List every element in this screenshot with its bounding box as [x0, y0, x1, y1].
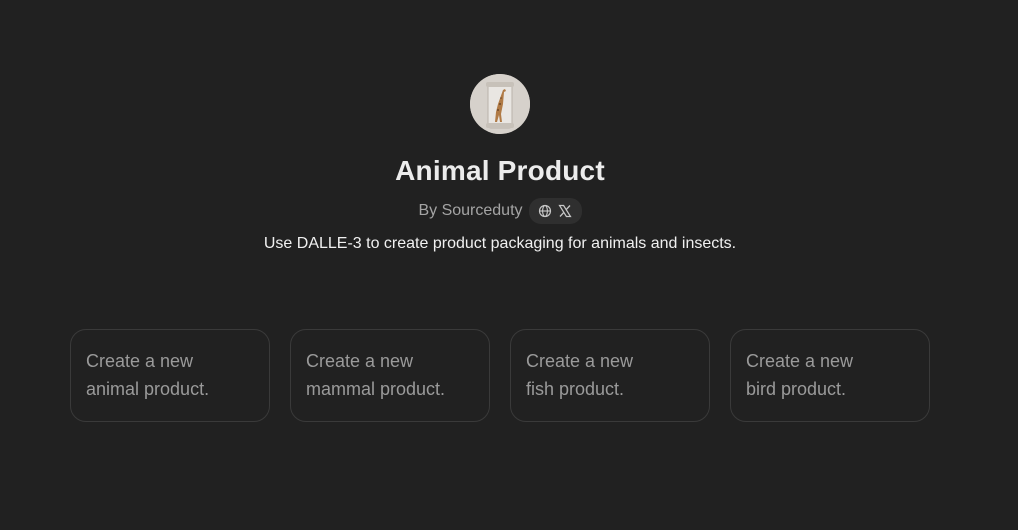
gpt-byline: By Sourceduty — [418, 198, 582, 224]
x-logo-icon[interactable] — [557, 204, 572, 218]
globe-icon[interactable] — [538, 204, 552, 218]
starter-fish-product[interactable]: Create a new fish product. — [510, 329, 710, 422]
starter-bird-product[interactable]: Create a new bird product. — [730, 329, 930, 422]
starter-line: bird product. — [746, 379, 847, 399]
gpt-avatar — [470, 74, 530, 134]
starter-line: animal product. — [86, 379, 210, 399]
starter-mammal-product[interactable]: Create a new mammal product. — [290, 329, 490, 422]
starter-line: mammal product. — [306, 379, 446, 399]
gpt-header: Animal Product By Sourceduty Use DALLE-3… — [0, 0, 1000, 254]
gpt-description: Use DALLE-3 to create product packaging … — [263, 235, 737, 252]
author-label: By Sourceduty — [418, 202, 523, 219]
starter-line: fish product. — [526, 379, 625, 399]
conversation-starters: Create a new animal product. Create a ne… — [70, 329, 930, 422]
starter-line: Create a new — [526, 351, 634, 371]
starter-line: Create a new — [746, 351, 854, 371]
author-links — [528, 198, 582, 224]
starter-line: Create a new — [306, 351, 414, 371]
starter-line: Create a new — [86, 351, 194, 371]
starter-animal-product[interactable]: Create a new animal product. — [70, 329, 270, 422]
giraffe-package-image — [470, 74, 530, 134]
gpt-title: Animal Product — [395, 155, 605, 186]
